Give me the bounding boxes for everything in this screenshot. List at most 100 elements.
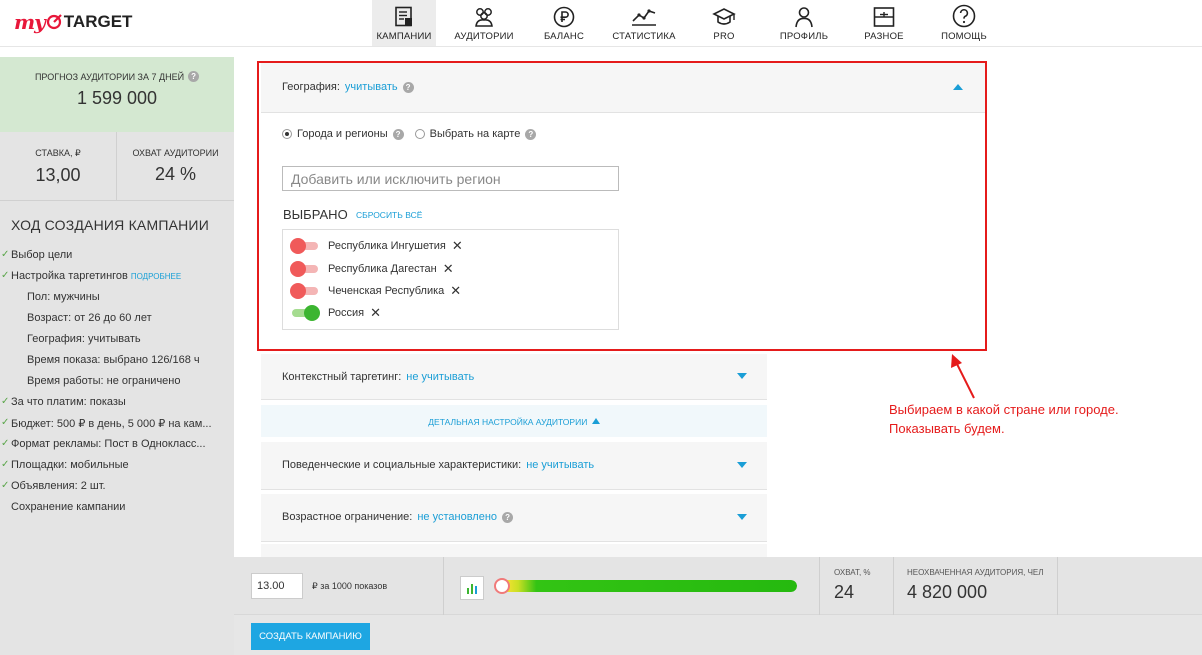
step-detail: Пол: мужчины bbox=[27, 291, 100, 303]
step-detail: Возраст: от 26 до 60 лет bbox=[27, 312, 152, 324]
next-card bbox=[261, 544, 767, 557]
nav-audiences[interactable]: АУДИТОРИИ bbox=[452, 0, 516, 46]
unreached-value: 4 820 000 bbox=[907, 582, 988, 602]
step-goal[interactable]: ✓ Выбор цели bbox=[1, 249, 72, 261]
rate-label: СТАВКА, ₽ bbox=[35, 148, 81, 158]
check-icon: ✓ bbox=[1, 417, 10, 428]
step-targeting[interactable]: ✓ Настройка таргетингов ПОДРОБНЕЕ bbox=[1, 270, 181, 282]
caret-up-icon bbox=[591, 418, 600, 424]
coverage-percent-value: 24 bbox=[834, 582, 855, 602]
nav-balance[interactable]: БАЛАНС bbox=[532, 0, 596, 46]
context-card[interactable]: Контекстный таргетинг: не учитывать bbox=[261, 354, 767, 400]
top-navigation-bar: my TARGET КАМПАНИИ АУДИТОРИИ БАЛАНС СТАТ… bbox=[0, 0, 1202, 47]
audiences-icon bbox=[475, 8, 493, 27]
campaigns-icon bbox=[395, 6, 412, 27]
bar-chart-icon bbox=[467, 584, 477, 594]
coverage-slider-handle[interactable] bbox=[494, 578, 510, 594]
age-limit-label: Возрастное ограничение: bbox=[282, 511, 413, 523]
annotation-text: Выбираем в какой стране или городе. Пока… bbox=[889, 400, 1119, 438]
step-payment[interactable]: ✓ За что платим: показы bbox=[1, 396, 126, 408]
logo-target-icon bbox=[46, 14, 62, 30]
rate-stat: СТАВКА, ₽ 13,00 bbox=[0, 132, 117, 200]
annotation-line: Показывать будем. bbox=[889, 421, 1005, 436]
divider bbox=[443, 557, 444, 615]
check-icon: ✓ bbox=[1, 396, 10, 407]
question-icon[interactable]: ? bbox=[502, 511, 514, 523]
step-format[interactable]: ✓ Формат рекламы: Пост в Однокласс... bbox=[1, 438, 206, 450]
forecast-label: ПРОГНОЗ АУДИТОРИИ ЗА 7 ДНЕЙ bbox=[34, 71, 185, 82]
nav-label: КАМПАНИИ bbox=[376, 31, 432, 42]
coverage-bar-fill bbox=[494, 580, 797, 592]
behavior-card[interactable]: Поведенческие и социальные характеристик… bbox=[261, 442, 767, 490]
step-budget[interactable]: ✓ Бюджет: 500 ₽ в день, 5 000 ₽ на кам... bbox=[1, 417, 212, 430]
nav-profile[interactable]: ПРОФИЛЬ bbox=[772, 0, 836, 46]
nav-misc[interactable]: РАЗНОЕ bbox=[852, 0, 916, 46]
ruble-icon bbox=[553, 6, 575, 28]
behavior-label: Поведенческие и социальные характеристик… bbox=[282, 459, 522, 471]
step-platforms[interactable]: ✓ Площадки: мобильные bbox=[1, 459, 129, 471]
nav-label: РАЗНОЕ bbox=[864, 31, 904, 42]
highlight-frame bbox=[257, 61, 987, 351]
app-window: my TARGET КАМПАНИИ АУДИТОРИИ БАЛАНС СТАТ… bbox=[0, 0, 1202, 655]
check-icon: ✓ bbox=[1, 438, 10, 449]
annotation-line: Выбираем в какой стране или городе. bbox=[889, 402, 1119, 417]
context-label: Контекстный таргетинг: bbox=[282, 371, 402, 383]
bid-label: ₽ за 1000 показов bbox=[312, 581, 388, 591]
expand-icon[interactable] bbox=[737, 462, 747, 468]
rate-coverage-stats: СТАВКА, ₽ 13,00 ОХВАТ АУДИТОРИИ 24 % bbox=[0, 132, 234, 201]
check-icon: ✓ bbox=[1, 480, 10, 491]
nav-pro[interactable]: PRO bbox=[692, 0, 756, 46]
coverage-stat: ОХВАТ АУДИТОРИИ 24 % bbox=[117, 132, 234, 200]
chart-button[interactable] bbox=[460, 576, 484, 600]
nav-label: БАЛАНС bbox=[543, 31, 585, 42]
nav-label: ПРОФИЛЬ bbox=[779, 31, 829, 42]
more-link[interactable]: ПОДРОБНЕЕ bbox=[131, 272, 181, 281]
nav-label: СТАТИСТИКА bbox=[612, 31, 676, 42]
help-icon bbox=[952, 4, 976, 28]
check-icon: ✓ bbox=[1, 249, 10, 260]
nav-label: ПОМОЩЬ bbox=[941, 31, 987, 42]
expand-icon[interactable] bbox=[737, 373, 747, 379]
profile-icon bbox=[795, 7, 813, 28]
nav-label: АУДИТОРИИ bbox=[454, 31, 514, 42]
divider bbox=[1057, 557, 1058, 615]
coverage-label: ОХВАТ АУДИТОРИИ bbox=[132, 148, 219, 158]
step-save[interactable]: Сохранение кампании bbox=[11, 501, 125, 513]
detail-audience-link[interactable]: ДЕТАЛЬНАЯ НАСТРОЙКА АУДИТОРИИ bbox=[261, 405, 767, 437]
step-detail: Время показа: выбрано 126/168 ч bbox=[27, 354, 200, 366]
age-limit-value[interactable]: не установлено bbox=[417, 511, 497, 523]
graduation-cap-icon bbox=[712, 8, 736, 25]
age-limit-card[interactable]: Возрастное ограничение: не установлено ? bbox=[261, 494, 767, 542]
step-detail: География: учитывать bbox=[27, 333, 141, 345]
rate-value: 13,00 bbox=[35, 165, 81, 185]
bid-input[interactable]: 13.00 bbox=[251, 573, 303, 599]
behavior-value[interactable]: не учитывать bbox=[526, 459, 594, 471]
coverage-percent-label: ОХВАТ, % bbox=[834, 568, 871, 577]
audience-forecast: ПРОГНОЗ АУДИТОРИИ ЗА 7 ДНЕЙ ? 1 599 000 bbox=[0, 57, 234, 132]
step-detail: Время работы: не ограничено bbox=[27, 375, 181, 387]
logo-my: my bbox=[14, 10, 46, 34]
nav-statistics[interactable]: СТАТИСТИКА bbox=[612, 0, 676, 46]
annotation-arrow bbox=[951, 354, 975, 399]
question-icon[interactable]: ? bbox=[188, 71, 200, 82]
forecast-value: 1 599 000 bbox=[76, 88, 158, 108]
stats-icon bbox=[632, 9, 656, 26]
nav-label: PRO bbox=[713, 31, 735, 42]
divider bbox=[819, 557, 820, 615]
progress-title: ХОД СОЗДАНИЯ КАМПАНИИ bbox=[11, 217, 209, 233]
unreached-label: НЕОХВАЧЕННАЯ АУДИТОРИЯ, ЧЕЛ bbox=[907, 568, 1044, 577]
expand-icon[interactable] bbox=[737, 514, 747, 520]
coverage-value: 24 % bbox=[154, 164, 197, 184]
check-icon: ✓ bbox=[1, 459, 10, 470]
mytarget-logo[interactable]: my TARGET bbox=[14, 8, 132, 36]
nav-help[interactable]: ПОМОЩЬ bbox=[932, 0, 996, 46]
step-ads[interactable]: ✓ Объявления: 2 шт. bbox=[1, 480, 106, 492]
misc-icon bbox=[873, 7, 895, 27]
divider bbox=[893, 557, 894, 615]
nav-campaigns[interactable]: КАМПАНИИ bbox=[372, 0, 436, 46]
context-value[interactable]: не учитывать bbox=[406, 371, 474, 383]
logo-target: TARGET bbox=[63, 12, 133, 31]
coverage-bar[interactable] bbox=[494, 580, 797, 592]
create-campaign-button[interactable]: СОЗДАТЬ КАМПАНИЮ bbox=[251, 623, 370, 650]
check-icon: ✓ bbox=[1, 270, 10, 281]
